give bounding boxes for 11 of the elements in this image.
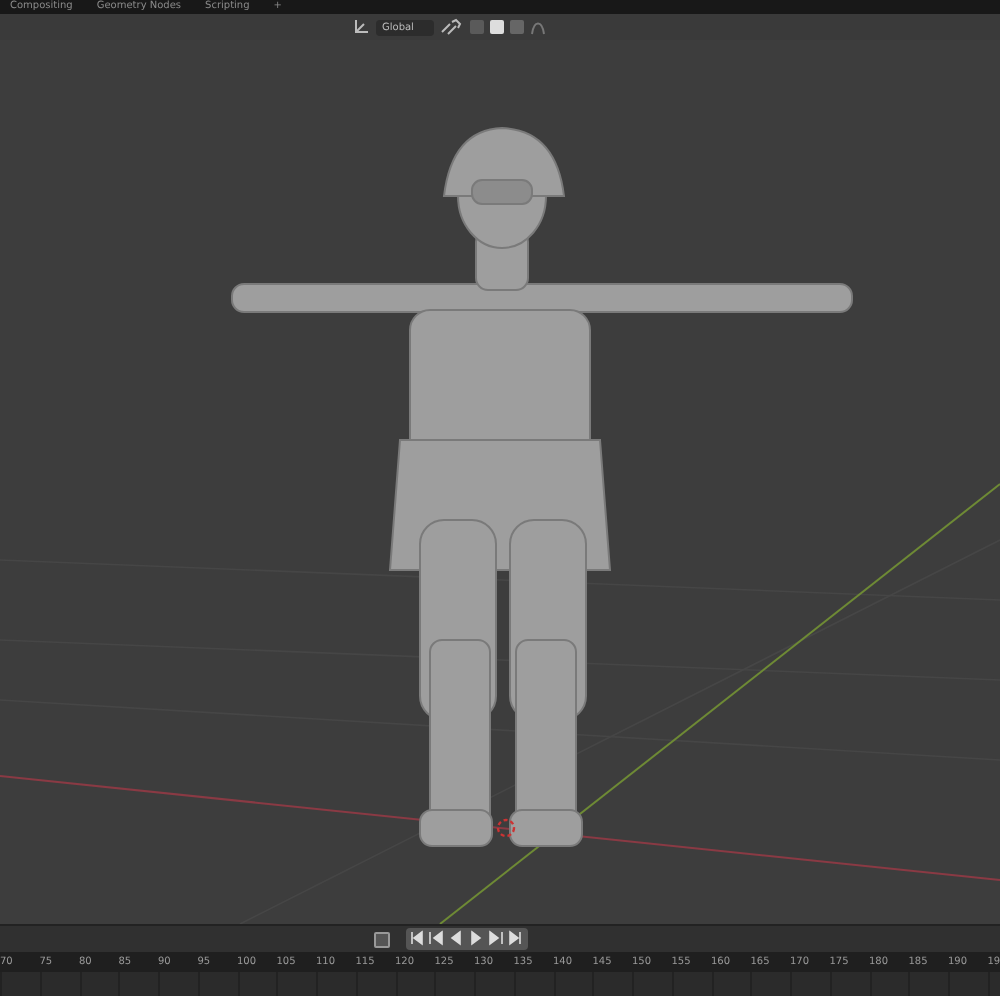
playback-control-icon[interactable] xyxy=(428,930,446,948)
curve-icon[interactable] xyxy=(529,18,546,36)
snap-toggle-icon[interactable] xyxy=(469,20,484,34)
playback-control-icon[interactable] xyxy=(408,930,426,948)
playback-control-icon[interactable] xyxy=(508,930,526,948)
transform-axes-icon[interactable] xyxy=(352,18,370,36)
3d-cursor-icon xyxy=(496,818,516,838)
link-icon[interactable] xyxy=(439,18,464,36)
keyframe-button[interactable] xyxy=(374,931,390,947)
square-icon[interactable] xyxy=(489,20,504,34)
playback-control-icon[interactable] xyxy=(488,930,506,948)
